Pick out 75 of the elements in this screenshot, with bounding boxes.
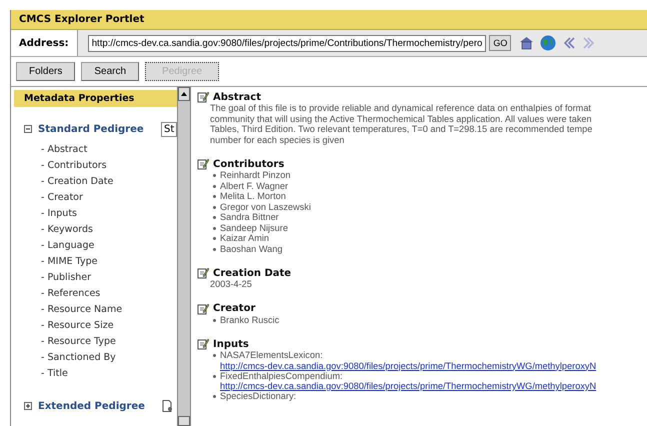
list-item: Sandeep Nijsure [220,222,288,233]
bullet-icon [213,237,216,240]
bullet-icon [213,206,216,208]
section-title: Creation Date [213,268,292,278]
document-icon[interactable] [162,400,173,412]
bullet-icon [213,318,216,322]
tree-item[interactable]: - Inputs [41,206,177,222]
tab-button[interactable]: Search [81,62,140,81]
bullet-icon [213,395,216,398]
scrollbar[interactable] [177,87,191,426]
panel-header: Metadata Properties [14,90,177,107]
bullet-icon [213,195,216,198]
notepad-icon [197,158,209,170]
tree-item[interactable]: - Abstract [41,142,177,158]
notepad-icon [197,91,209,103]
notepad-icon [197,267,209,279]
bullet-icon [213,248,216,250]
list-item: Branko Ruscic [220,314,280,325]
text-line: 2003-4-25 [210,279,253,290]
bullet-icon [213,216,216,219]
up-arrow-icon[interactable] [181,92,187,96]
address-field[interactable]: http://cmcs-dev.ca.sandia.gov:9080/files/projects/prime/Contributions/Thermochemistry/pero [88,34,486,52]
notepad-icon [197,302,209,314]
tree-item[interactable]: - Creation Date [41,174,177,190]
list-item: Albert F. Wagner [220,180,288,191]
notepad-icon [197,338,209,350]
tree-item[interactable]: - MIME Type [41,254,177,270]
tree-item[interactable]: - Keywords [41,222,177,238]
list-item: Gregor von Laszewski [220,202,311,212]
tree-node[interactable]: Standard Pedigree [38,124,144,134]
tree-item[interactable]: - Language [41,238,177,254]
tab-button[interactable]: Folders [16,62,76,81]
text-line: The goal of this file is to provide reliable and dynamical reference data on enthalpies of format [210,103,592,114]
tree-item[interactable]: - Resource Size [41,318,177,334]
globe-icon[interactable] [540,35,556,51]
text-line: number for each species is given [210,134,346,145]
tree-item[interactable]: - References [41,286,177,302]
collapse-icon[interactable] [24,125,32,133]
list-item: Reinhardt Pinzon [220,170,290,180]
tree-item[interactable]: - Resource Name [41,302,177,318]
expand-icon[interactable] [24,402,32,410]
list-item: Kaizar Amin [220,233,270,244]
list-item: Melita L. Morton [220,191,286,202]
section-title: Abstract [213,92,262,102]
tree-item[interactable]: - Sanctioned By [41,350,177,366]
bullet-icon [213,354,216,357]
section-title: Inputs [213,338,249,350]
list-item: FixedEnthalpiesCompendium: [220,370,343,381]
bullet-icon [213,226,216,230]
section-title: Creator [213,303,256,314]
text-line: community that will using the Active Thermochemical Tables application. All values were taken [210,114,593,124]
back-icon[interactable] [562,36,576,50]
list-item: NASA7ElementsLexicon: [220,350,323,360]
tree-node[interactable]: Extended Pedigree [38,400,145,412]
home-icon[interactable] [519,36,534,50]
scroll-thumb[interactable] [178,416,190,426]
bullet-icon [213,184,216,188]
file-link[interactable]: http://cmcs-dev.ca.sandia.gov:9080/files/projects/prime/ThermochemistryWG/methylperoxyN [220,360,596,370]
tree-item[interactable]: - Publisher [41,270,177,286]
list-item: Baoshan Wang [220,244,282,254]
bullet-icon [213,174,216,177]
bullet-icon [213,374,216,378]
tree-item[interactable]: - Contributors [41,158,177,174]
go-button[interactable]: GO [489,35,512,51]
section-title: Contributors [213,158,284,170]
tree-item[interactable]: - Creator [41,190,177,206]
file-link[interactable]: http://cmcs-dev.ca.sandia.gov:9080/files/projects/prime/ThermochemistryWG/methylperoxyN [220,381,596,391]
list-item: SpeciesDictionary: [220,391,296,402]
text-line: Tables, Third Edition. Two relevant temperatures, T=0 and T=298.15 are recommended tempe [210,124,594,134]
list-item: Sandra Bittner [220,212,279,222]
address-label: Address: [11,30,78,56]
dropdown[interactable]: St [161,122,177,136]
tree-item[interactable]: - Resource Type [41,334,177,350]
portlet-title: CMCS Explorer Portlet [11,10,647,30]
tree-item[interactable]: - Title [41,366,177,382]
